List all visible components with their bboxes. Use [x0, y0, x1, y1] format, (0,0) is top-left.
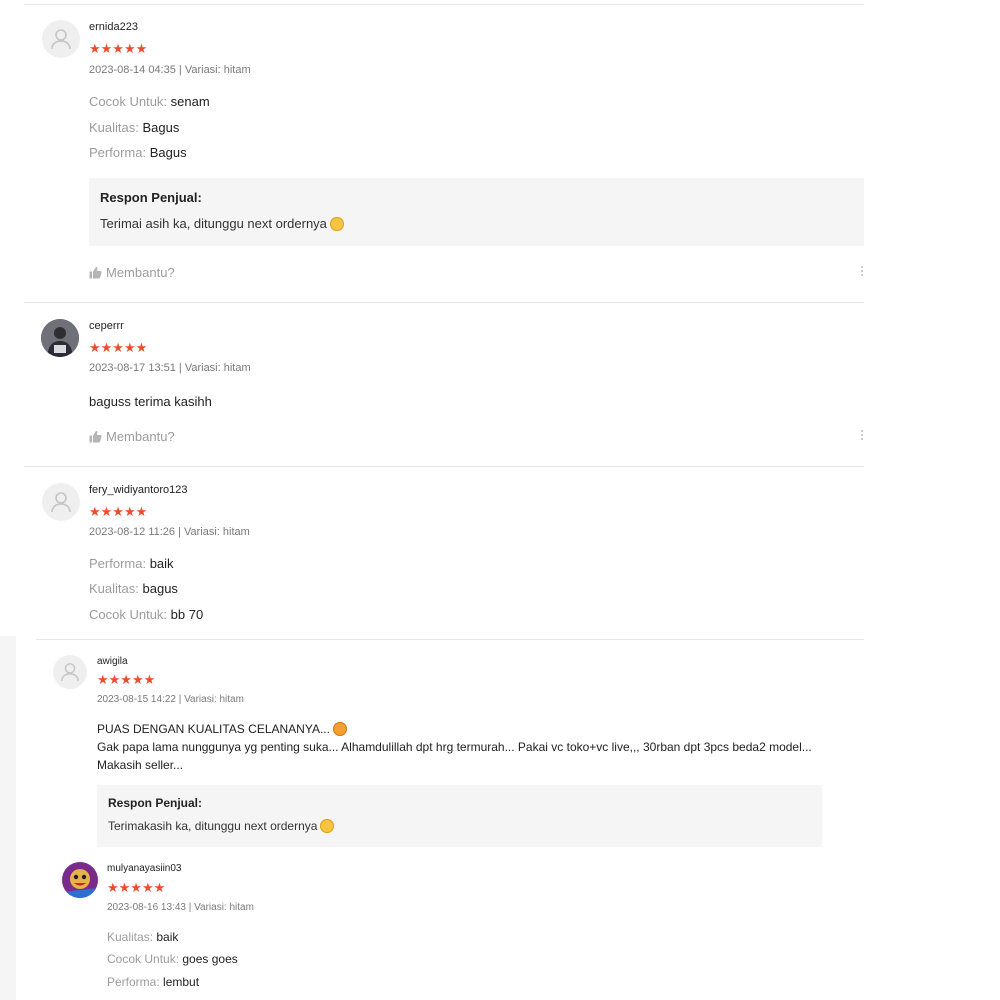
user-photo-icon [41, 319, 79, 357]
default-user-icon [61, 663, 79, 682]
more-options-icon[interactable] [860, 266, 864, 276]
review-attribute: Kualitas: Bagus [89, 120, 179, 136]
review-divider [24, 466, 864, 467]
review-attribute: Cocok Untuk: goes goes [107, 951, 238, 967]
review-attribute: Cocok Untuk: bb 70 [89, 607, 203, 623]
helpful-button[interactable]: Membantu? [89, 265, 175, 280]
seller-response-message: Terimakasih ka, ditunggu next ordernya [108, 819, 318, 833]
attribute-label: Cocok Untuk: [89, 607, 168, 622]
user-photo-icon [62, 862, 98, 898]
review-meta: 2023-08-17 13:51 | Variasi: hitam [89, 362, 251, 374]
attribute-value: baik [149, 556, 174, 571]
rating-stars: ★★★★★ [107, 880, 166, 895]
attribute-value: baik [156, 930, 179, 944]
smile-emoji-icon [329, 217, 344, 231]
smile-emoji-icon [320, 819, 335, 833]
review-username[interactable]: ceperrr [89, 320, 124, 332]
attribute-label: Kualitas: [89, 120, 139, 135]
attribute-value: Bagus [142, 120, 180, 135]
attribute-value: bagus [142, 581, 178, 596]
review-attribute: Kualitas: bagus [89, 581, 178, 597]
comment-line: PUAS DENGAN KUALITAS CELANANYA... [97, 720, 837, 738]
attribute-label: Performa: [89, 145, 147, 160]
avatar[interactable] [41, 319, 79, 357]
seller-response-title: Respon Penjual: [100, 190, 202, 205]
default-user-icon [51, 492, 71, 513]
attribute-label: Performa: [89, 556, 147, 571]
attribute-value: goes goes [182, 952, 238, 966]
heart-eyes-emoji-icon [332, 722, 347, 736]
review-username[interactable]: ernida223 [89, 21, 138, 33]
comment-text: PUAS DENGAN KUALITAS CELANANYA... [97, 722, 330, 736]
seller-response-text: Terimai asih ka, ditunggu next ordernya [100, 216, 344, 231]
avatar[interactable] [53, 655, 87, 689]
attribute-label: Cocok Untuk: [107, 952, 180, 966]
attribute-value: lembut [163, 975, 200, 989]
review-comment: PUAS DENGAN KUALITAS CELANANYA... Gak pa… [97, 720, 837, 774]
review-meta: 2023-08-14 04:35 | Variasi: hitam [89, 64, 251, 76]
review-divider [36, 639, 864, 640]
rating-stars: ★★★★★ [97, 672, 156, 687]
seller-response-text: Terimakasih ka, ditunggu next ordernya [108, 819, 335, 833]
review-divider [24, 302, 864, 303]
review-username[interactable]: fery_widiyantoro123 [89, 484, 187, 496]
seller-response-message: Terimai asih ka, ditunggu next ordernya [100, 216, 327, 231]
rating-stars: ★★★★★ [89, 41, 148, 56]
default-user-icon [51, 29, 71, 50]
review-attribute: Performa: Bagus [89, 145, 187, 161]
attribute-value: senam [170, 94, 210, 109]
review-attribute: Cocok Untuk: senam [89, 94, 210, 110]
review-comment: baguss terima kasihh [89, 394, 212, 409]
thumbs-up-icon [89, 266, 102, 279]
helpful-label: Membantu? [106, 429, 175, 444]
review-meta: 2023-08-15 14:22 | Variasi: hitam [97, 694, 244, 705]
helpful-label: Membantu? [106, 265, 175, 280]
attribute-label: Kualitas: [89, 581, 139, 596]
review-username[interactable]: awigila [97, 656, 128, 667]
helpful-button[interactable]: Membantu? [89, 429, 175, 444]
avatar[interactable] [62, 862, 98, 898]
comment-line: Makasih seller... [97, 758, 184, 772]
more-options-icon[interactable] [860, 430, 864, 440]
seller-response: Respon Penjual: Terimai asih ka, ditungg… [89, 178, 864, 246]
review-divider [24, 4, 864, 5]
attribute-label: Cocok Untuk: [89, 94, 168, 109]
review-meta: 2023-08-16 13:43 | Variasi: hitam [107, 902, 254, 913]
attribute-value: Bagus [149, 145, 187, 160]
rating-stars: ★★★★★ [89, 340, 148, 355]
attribute-label: Performa: [107, 975, 160, 989]
attribute-value: bb 70 [170, 607, 204, 622]
comment-line: Gak papa lama nunggunya yg penting suka.… [97, 740, 812, 754]
rating-stars: ★★★★★ [89, 504, 148, 519]
left-gutter [0, 636, 16, 1000]
seller-response-title: Respon Penjual: [108, 796, 203, 810]
review-username[interactable]: mulyanayasiin03 [107, 863, 182, 874]
seller-response: Respon Penjual: Terimakasih ka, ditunggu… [97, 785, 822, 847]
review-attribute: Performa: baik [89, 556, 174, 572]
thumbs-up-icon [89, 430, 102, 443]
review-attribute: Performa: lembut [107, 974, 199, 990]
review-meta: 2023-08-12 11:26 | Variasi: hitam [89, 526, 250, 538]
avatar[interactable] [42, 483, 80, 521]
attribute-label: Kualitas: [107, 930, 154, 944]
review-attribute: Kualitas: baik [107, 929, 178, 945]
avatar[interactable] [42, 20, 80, 58]
